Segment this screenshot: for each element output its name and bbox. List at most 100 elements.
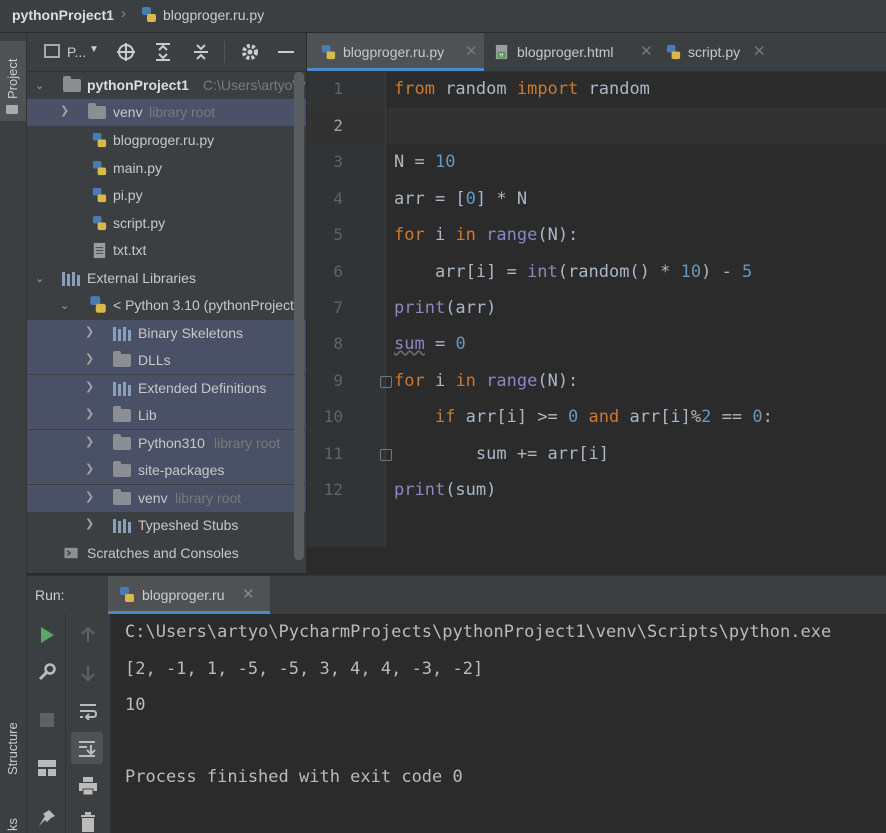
chevron-right-icon[interactable]: ❯ (85, 490, 94, 503)
close-icon[interactable]: ✕ (640, 42, 653, 60)
rerun-icon[interactable] (39, 626, 55, 644)
python-file-icon (92, 160, 107, 176)
gear-icon[interactable] (240, 42, 260, 62)
chevron-right-icon[interactable]: ❯ (85, 517, 94, 530)
python-file-icon (92, 187, 107, 203)
python-icon (90, 296, 106, 313)
tab-label: blogproger.ru.py (343, 44, 445, 60)
folder-icon (113, 351, 131, 367)
tree-item-file[interactable]: txt.txt (27, 237, 306, 264)
print-icon[interactable] (78, 776, 98, 796)
chevron-right-icon[interactable]: ❯ (85, 435, 94, 448)
project-toolbar: P... ▼ (27, 33, 306, 72)
soft-wrap-icon[interactable] (78, 702, 98, 720)
editor-empty-area (307, 547, 886, 574)
tree-item-extended-definitions[interactable]: ❯ Extended Definitions (27, 375, 306, 402)
code-line-10: if arr[i] >= 0 and arr[i]%2 == 0: (434, 407, 773, 427)
tree-item-file[interactable]: blogproger.ru.py (27, 127, 306, 154)
project-scrollbar[interactable] (294, 72, 304, 560)
tab-label: blogproger.html (517, 44, 614, 60)
line-number: 1 (333, 79, 343, 98)
tree-label: venv (113, 104, 143, 120)
arrow-up-icon[interactable] (79, 626, 97, 644)
tree-item-scratches[interactable]: Scratches and Consoles (27, 540, 306, 567)
breadcrumb-project[interactable]: pythonProject1 (12, 7, 114, 23)
tree-hint: C:\Users\artyo\P (203, 77, 306, 93)
scroll-to-end-button[interactable] (71, 732, 103, 764)
tree-item-venv[interactable]: ❯ venv library root (27, 99, 306, 126)
chevron-right-icon[interactable]: ❯ (85, 325, 94, 338)
tree-item-project-root[interactable]: ⌄ pythonProject1 C:\Users\artyo\P (27, 72, 306, 99)
locate-icon[interactable] (116, 42, 136, 62)
chevron-down-icon[interactable]: ⌄ (35, 79, 44, 92)
tab-script-py[interactable]: script.py ✕ (659, 33, 779, 71)
current-line-highlight (307, 108, 886, 144)
tree-label: pi.py (113, 187, 143, 203)
chevron-down-icon[interactable]: ⌄ (60, 299, 69, 312)
tree-hint: library root (149, 104, 216, 120)
chevron-right-icon[interactable]: ❯ (85, 462, 94, 475)
fold-marker-icon[interactable] (380, 376, 392, 388)
tree-label: venv (138, 490, 168, 506)
scroll-to-end-icon (79, 741, 96, 757)
structure-tool-button[interactable]: Structure (0, 703, 26, 803)
fold-marker-icon[interactable] (380, 449, 392, 461)
console-output-line: C:\Users\artyo\PycharmProjects\pythonPro… (125, 622, 832, 642)
tab-blogproger-html[interactable]: H blogproger.html ✕ (484, 33, 659, 71)
code-line-9: for i in range(N): (394, 371, 579, 391)
html-file-icon: H (495, 44, 508, 59)
tree-item-external-libraries[interactable]: ⌄ External Libraries (27, 265, 306, 292)
collapse-all-icon[interactable] (191, 42, 211, 62)
tree-item-file[interactable]: main.py (27, 155, 306, 182)
close-icon[interactable]: ✕ (242, 585, 255, 603)
folder-icon (113, 489, 131, 505)
minimize-icon[interactable] (278, 51, 294, 53)
pin-icon[interactable] (37, 808, 57, 828)
folder-icon (63, 76, 81, 92)
close-icon[interactable]: ✕ (465, 42, 478, 60)
wrench-icon[interactable] (37, 662, 57, 682)
run-toolbar-primary (27, 614, 66, 833)
code-line-8: sum = 0 (394, 334, 466, 354)
folder-icon (113, 406, 131, 422)
tree-label: Extended Definitions (138, 380, 267, 396)
chevron-right-icon[interactable]: ❯ (85, 352, 94, 365)
tree-item-site-packages[interactable]: ❯ site-packages (27, 457, 306, 484)
arrow-down-icon[interactable] (79, 664, 97, 682)
stop-icon[interactable] (40, 713, 54, 727)
chevron-right-icon[interactable]: ❯ (60, 104, 69, 117)
project-view-dropdown[interactable]: P... (67, 44, 86, 60)
bookmarks-tool-button[interactable]: ks (0, 809, 26, 833)
chevron-down-icon[interactable]: ⌄ (35, 272, 44, 285)
gutter-divider (385, 72, 386, 547)
project-tool-button[interactable]: Project (0, 41, 26, 121)
chevron-down-icon[interactable]: ▼ (89, 44, 99, 55)
chevron-right-icon[interactable]: ❯ (85, 407, 94, 420)
layout-icon[interactable] (37, 759, 57, 777)
tab-blogproger-py[interactable]: blogproger.ru.py ✕ (307, 33, 484, 71)
breadcrumb-file[interactable]: blogproger.ru.py (163, 7, 264, 23)
run-label: Run: (35, 587, 65, 603)
code-line-12: print(sum) (394, 480, 497, 500)
tree-item-python310[interactable]: ❯ Python310 library root (27, 430, 306, 457)
trash-icon[interactable] (79, 812, 97, 832)
line-number: 6 (333, 262, 343, 281)
expand-all-icon[interactable] (153, 42, 173, 62)
library-icon (113, 519, 131, 533)
tree-item-binary-skeletons[interactable]: ❯ Binary Skeletons (27, 320, 306, 347)
tree-label: script.py (113, 215, 166, 231)
tree-item-dlls[interactable]: ❯ DLLs (27, 347, 306, 374)
close-icon[interactable]: ✕ (753, 42, 766, 60)
tree-item-venv-lib[interactable]: ❯ venv library root (27, 485, 306, 512)
tree-item-python-sdk[interactable]: ⌄ < Python 3.10 (pythonProject (27, 292, 306, 319)
library-icon (113, 382, 131, 396)
tree-item-file[interactable]: script.py (27, 210, 306, 237)
line-number: 2 (333, 116, 343, 135)
chevron-right-icon[interactable]: ❯ (85, 380, 94, 393)
tree-item-file[interactable]: pi.py (27, 182, 306, 209)
run-console[interactable] (111, 614, 886, 833)
tree-item-typeshed-stubs[interactable]: ❯ Typeshed Stubs (27, 512, 306, 539)
tree-item-lib[interactable]: ❯ Lib (27, 402, 306, 429)
run-toolbar-secondary (66, 614, 111, 833)
run-tab[interactable]: blogproger.ru ✕ (108, 576, 270, 614)
